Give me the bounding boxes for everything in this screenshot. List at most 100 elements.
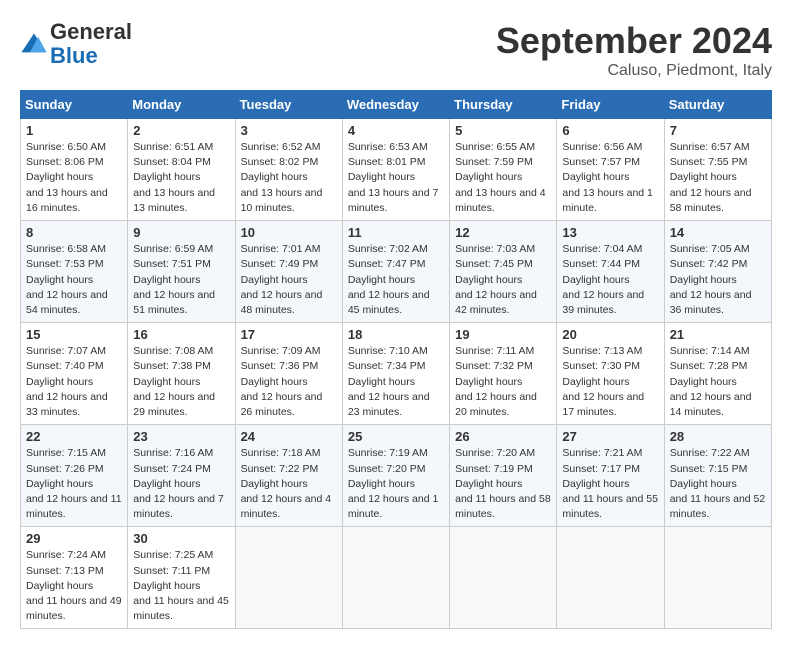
- day-info: Sunrise: 7:13 AM Sunset: 7:30 PM Dayligh…: [562, 344, 658, 420]
- logo: General Blue: [20, 20, 132, 68]
- calendar-cell: 4 Sunrise: 6:53 AM Sunset: 8:01 PM Dayli…: [342, 119, 449, 221]
- day-number: 18: [348, 327, 444, 342]
- day-number: 2: [133, 123, 229, 138]
- day-number: 23: [133, 429, 229, 444]
- day-info: Sunrise: 7:10 AM Sunset: 7:34 PM Dayligh…: [348, 344, 444, 420]
- calendar-cell: 1Sunrise: 6:50 AMSunset: 8:06 PMDaylight…: [21, 119, 128, 221]
- calendar-cell: [342, 527, 449, 629]
- day-info: Sunrise: 7:18 AM Sunset: 7:22 PM Dayligh…: [241, 446, 337, 522]
- day-number: 14: [670, 225, 766, 240]
- day-number: 9: [133, 225, 229, 240]
- calendar-table: Sunday Monday Tuesday Wednesday Thursday…: [20, 90, 772, 629]
- header-row: Sunday Monday Tuesday Wednesday Thursday…: [21, 91, 772, 119]
- day-info: Sunrise: 6:58 AM Sunset: 7:53 PM Dayligh…: [26, 242, 122, 318]
- calendar-cell: 23 Sunrise: 7:16 AM Sunset: 7:24 PM Dayl…: [128, 425, 235, 527]
- day-number: 11: [348, 225, 444, 240]
- day-number: 30: [133, 531, 229, 546]
- title-block: September 2024 Caluso, Piedmont, Italy: [496, 20, 772, 80]
- calendar-cell: 10 Sunrise: 7:01 AM Sunset: 7:49 PM Dayl…: [235, 221, 342, 323]
- calendar-cell: 19 Sunrise: 7:11 AM Sunset: 7:32 PM Dayl…: [450, 323, 557, 425]
- calendar-cell: 24 Sunrise: 7:18 AM Sunset: 7:22 PM Dayl…: [235, 425, 342, 527]
- calendar-cell: 17 Sunrise: 7:09 AM Sunset: 7:36 PM Dayl…: [235, 323, 342, 425]
- location: Caluso, Piedmont, Italy: [496, 62, 772, 80]
- calendar-cell: 21 Sunrise: 7:14 AM Sunset: 7:28 PM Dayl…: [664, 323, 771, 425]
- calendar-cell: 20 Sunrise: 7:13 AM Sunset: 7:30 PM Dayl…: [557, 323, 664, 425]
- col-monday: Monday: [128, 91, 235, 119]
- calendar-cell: 9 Sunrise: 6:59 AM Sunset: 7:51 PM Dayli…: [128, 221, 235, 323]
- day-info: Sunrise: 7:03 AM Sunset: 7:45 PM Dayligh…: [455, 242, 551, 318]
- day-number: 6: [562, 123, 658, 138]
- calendar-cell: 7 Sunrise: 6:57 AM Sunset: 7:55 PM Dayli…: [664, 119, 771, 221]
- calendar-cell: 28 Sunrise: 7:22 AM Sunset: 7:15 PM Dayl…: [664, 425, 771, 527]
- day-number: 19: [455, 327, 551, 342]
- col-friday: Friday: [557, 91, 664, 119]
- calendar-cell: 29 Sunrise: 7:24 AM Sunset: 7:13 PM Dayl…: [21, 527, 128, 629]
- calendar-cell: 16 Sunrise: 7:08 AM Sunset: 7:38 PM Dayl…: [128, 323, 235, 425]
- calendar-week: 8 Sunrise: 6:58 AM Sunset: 7:53 PM Dayli…: [21, 221, 772, 323]
- day-info: Sunrise: 6:51 AM Sunset: 8:04 PM Dayligh…: [133, 140, 229, 216]
- day-number: 22: [26, 429, 122, 444]
- calendar-week: 29 Sunrise: 7:24 AM Sunset: 7:13 PM Dayl…: [21, 527, 772, 629]
- calendar-week: 15 Sunrise: 7:07 AM Sunset: 7:40 PM Dayl…: [21, 323, 772, 425]
- calendar-cell: 15 Sunrise: 7:07 AM Sunset: 7:40 PM Dayl…: [21, 323, 128, 425]
- day-number: 12: [455, 225, 551, 240]
- day-info: Sunrise: 7:25 AM Sunset: 7:11 PM Dayligh…: [133, 548, 229, 624]
- day-number: 16: [133, 327, 229, 342]
- day-info: Sunrise: 7:15 AM Sunset: 7:26 PM Dayligh…: [26, 446, 122, 522]
- day-number: 21: [670, 327, 766, 342]
- col-saturday: Saturday: [664, 91, 771, 119]
- day-info: Sunrise: 7:01 AM Sunset: 7:49 PM Dayligh…: [241, 242, 337, 318]
- day-info: Sunrise: 7:05 AM Sunset: 7:42 PM Dayligh…: [670, 242, 766, 318]
- day-info: Sunrise: 7:09 AM Sunset: 7:36 PM Dayligh…: [241, 344, 337, 420]
- day-info: Sunrise: 7:16 AM Sunset: 7:24 PM Dayligh…: [133, 446, 229, 522]
- calendar-cell: 5 Sunrise: 6:55 AM Sunset: 7:59 PM Dayli…: [450, 119, 557, 221]
- logo-text-line1: General: [50, 20, 132, 44]
- day-number: 26: [455, 429, 551, 444]
- day-number: 17: [241, 327, 337, 342]
- calendar-cell: 22 Sunrise: 7:15 AM Sunset: 7:26 PM Dayl…: [21, 425, 128, 527]
- day-number: 15: [26, 327, 122, 342]
- day-info: Sunrise: 6:52 AM Sunset: 8:02 PM Dayligh…: [241, 140, 337, 216]
- col-sunday: Sunday: [21, 91, 128, 119]
- day-number: 27: [562, 429, 658, 444]
- day-number: 10: [241, 225, 337, 240]
- day-number: 13: [562, 225, 658, 240]
- day-info: Sunrise: 6:55 AM Sunset: 7:59 PM Dayligh…: [455, 140, 551, 216]
- calendar-cell: [235, 527, 342, 629]
- day-info: Sunrise: 6:56 AM Sunset: 7:57 PM Dayligh…: [562, 140, 658, 216]
- calendar-cell: 8 Sunrise: 6:58 AM Sunset: 7:53 PM Dayli…: [21, 221, 128, 323]
- calendar-cell: 2 Sunrise: 6:51 AM Sunset: 8:04 PM Dayli…: [128, 119, 235, 221]
- day-info: Sunrise: 7:04 AM Sunset: 7:44 PM Dayligh…: [562, 242, 658, 318]
- day-number: 20: [562, 327, 658, 342]
- day-number: 29: [26, 531, 122, 546]
- day-info: Sunrise: 7:07 AM Sunset: 7:40 PM Dayligh…: [26, 344, 122, 420]
- calendar-cell: [450, 527, 557, 629]
- calendar-cell: 30 Sunrise: 7:25 AM Sunset: 7:11 PM Dayl…: [128, 527, 235, 629]
- calendar-cell: 13 Sunrise: 7:04 AM Sunset: 7:44 PM Dayl…: [557, 221, 664, 323]
- day-info: Sunrise: 6:59 AM Sunset: 7:51 PM Dayligh…: [133, 242, 229, 318]
- day-number: 5: [455, 123, 551, 138]
- day-info: Sunrise: 6:53 AM Sunset: 8:01 PM Dayligh…: [348, 140, 444, 216]
- day-info: Sunrise: 7:20 AM Sunset: 7:19 PM Dayligh…: [455, 446, 551, 522]
- calendar-cell: 25 Sunrise: 7:19 AM Sunset: 7:20 PM Dayl…: [342, 425, 449, 527]
- col-thursday: Thursday: [450, 91, 557, 119]
- calendar-cell: 26 Sunrise: 7:20 AM Sunset: 7:19 PM Dayl…: [450, 425, 557, 527]
- day-number: 3: [241, 123, 337, 138]
- calendar-cell: 3 Sunrise: 6:52 AM Sunset: 8:02 PM Dayli…: [235, 119, 342, 221]
- day-info: Sunrise: 7:22 AM Sunset: 7:15 PM Dayligh…: [670, 446, 766, 522]
- calendar-cell: 14 Sunrise: 7:05 AM Sunset: 7:42 PM Dayl…: [664, 221, 771, 323]
- day-info: Sunrise: 6:57 AM Sunset: 7:55 PM Dayligh…: [670, 140, 766, 216]
- day-number: 4: [348, 123, 444, 138]
- page-header: General Blue September 2024 Caluso, Pied…: [20, 20, 772, 80]
- calendar-week: 1Sunrise: 6:50 AMSunset: 8:06 PMDaylight…: [21, 119, 772, 221]
- month-title: September 2024: [496, 20, 772, 62]
- col-tuesday: Tuesday: [235, 91, 342, 119]
- calendar-cell: 12 Sunrise: 7:03 AM Sunset: 7:45 PM Dayl…: [450, 221, 557, 323]
- calendar-cell: [557, 527, 664, 629]
- day-info: Sunrise: 7:21 AM Sunset: 7:17 PM Dayligh…: [562, 446, 658, 522]
- day-number: 7: [670, 123, 766, 138]
- day-info: Sunrise: 7:14 AM Sunset: 7:28 PM Dayligh…: [670, 344, 766, 420]
- day-number: 24: [241, 429, 337, 444]
- calendar-cell: 11 Sunrise: 7:02 AM Sunset: 7:47 PM Dayl…: [342, 221, 449, 323]
- calendar-cell: 18 Sunrise: 7:10 AM Sunset: 7:34 PM Dayl…: [342, 323, 449, 425]
